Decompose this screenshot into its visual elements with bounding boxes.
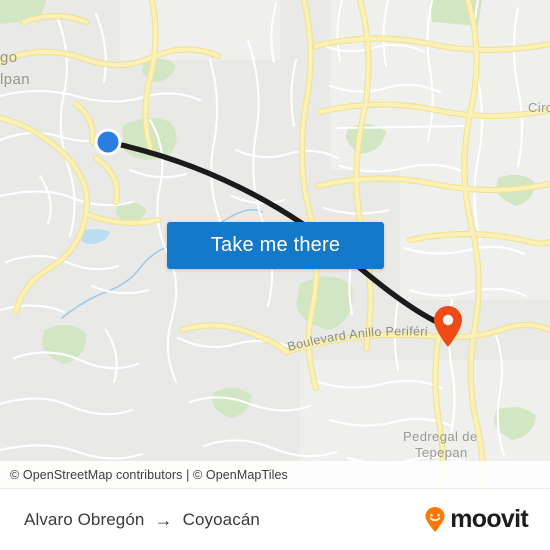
route-origin-label: Alvaro Obregón bbox=[24, 509, 145, 529]
moovit-wordmark: moovit bbox=[450, 505, 528, 533]
moovit-pin-icon bbox=[425, 506, 445, 532]
map-area-label-pedregal-2: Tepepan bbox=[415, 445, 468, 460]
moovit-route-map-screen: go lpan Circ Boulevard Anillo Periférico… bbox=[0, 0, 550, 550]
origin-marker[interactable] bbox=[94, 128, 122, 156]
map-label-top-left-1: go bbox=[0, 49, 18, 66]
moovit-logo[interactable]: moovit bbox=[422, 505, 529, 534]
map-attribution: © OpenStreetMap contributors | © OpenMap… bbox=[0, 461, 550, 488]
map-attribution-text: © OpenStreetMap contributors | © OpenMap… bbox=[10, 467, 288, 482]
route-arrow-icon: → bbox=[154, 509, 173, 530]
take-me-there-label: Take me there bbox=[210, 234, 341, 256]
map-label-top-left-2: lpan bbox=[0, 71, 30, 88]
origin-dot bbox=[97, 131, 119, 153]
route-destination-label: Coyoacán bbox=[182, 509, 260, 529]
map-label-right-edge: Circ bbox=[528, 100, 550, 115]
route-summary: Alvaro Obregón → Coyoacán bbox=[24, 510, 260, 530]
destination-pin-hole bbox=[442, 314, 454, 326]
map-canvas[interactable]: go lpan Circ Boulevard Anillo Periférico… bbox=[0, 0, 550, 488]
take-me-there-button[interactable]: Take me there bbox=[167, 222, 384, 269]
map-area-label-pedregal-1: Pedregal de bbox=[403, 429, 478, 444]
footer-bar: Alvaro Obregón → Coyoacán moovit bbox=[0, 488, 550, 550]
